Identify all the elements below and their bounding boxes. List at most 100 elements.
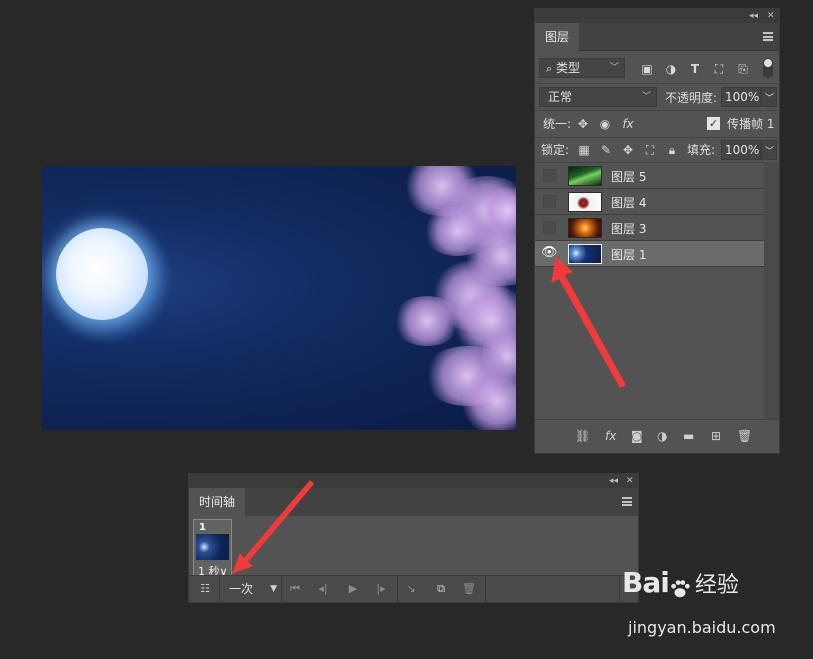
- unify-style-icon[interactable]: fx: [619, 116, 637, 132]
- convert-to-video-timeline-icon[interactable]: ☷: [195, 576, 215, 602]
- lock-move-icon[interactable]: ✥: [621, 142, 635, 158]
- lock-transparent-icon[interactable]: ▦: [577, 142, 591, 158]
- layer-row[interactable]: 图层 4: [535, 189, 765, 215]
- unify-visibility-icon[interactable]: ◉: [597, 116, 613, 132]
- animation-frame[interactable]: 1 1 秒∨: [193, 519, 232, 578]
- add-layer-style-icon[interactable]: fx: [605, 429, 616, 443]
- panel-menu-icon[interactable]: [763, 32, 773, 41]
- divider: [619, 576, 620, 602]
- opacity-label: 不透明度:: [665, 91, 718, 105]
- unify-position-icon[interactable]: ✥: [575, 116, 591, 132]
- close-icon[interactable]: ✕: [626, 474, 634, 488]
- layer-name[interactable]: 图层 3: [611, 220, 646, 237]
- layer-name[interactable]: 图层 4: [611, 194, 646, 211]
- timeline-controls: ☷ 一次 ▼ ⏮ ◂| ▶ |▸ ↘ ⧉ 🗑︎: [189, 575, 638, 602]
- layer-filter-dropdown[interactable]: ⌕ 类型 ﹀: [539, 58, 625, 78]
- layer-thumbnail: [568, 166, 602, 186]
- fill-label: 填充:: [687, 143, 716, 157]
- frame-thumbnail: [196, 534, 229, 560]
- timeline-panel: ◂◂ ✕ 时间轴 1 1 秒∨ ☷ 一次 ▼ ⏮ ◂| ▶ |▸ ↘ ⧉ 🗑︎: [188, 473, 639, 603]
- layer-row-selected[interactable]: 👁︎ 图层 1: [535, 241, 765, 267]
- unify-row: 统一: ✥ ◉ fx ✓ 传播帧 1: [535, 111, 779, 137]
- close-icon[interactable]: ✕: [767, 9, 775, 23]
- shape-filter-icon[interactable]: ⛶: [711, 61, 727, 77]
- visibility-toggle[interactable]: [543, 169, 556, 182]
- paw-logo-icon: [671, 579, 690, 597]
- chevron-down-icon: ﹀: [765, 147, 775, 157]
- layer-thumbnail: [568, 192, 602, 212]
- adjustment-filter-icon[interactable]: ◑: [663, 61, 679, 77]
- type-filter-icon[interactable]: T: [687, 61, 703, 77]
- new-layer-icon[interactable]: ⊞: [711, 429, 721, 443]
- blend-row: 正常 ﹀ 不透明度: 100% ﹀: [535, 84, 779, 110]
- frame-number: 1: [199, 522, 206, 533]
- search-icon: ⌕: [546, 62, 553, 75]
- lock-row: 锁定: ▦ ✎ ✥ ⛶ 🔒︎ 填充: 100% ﹀: [535, 138, 779, 162]
- layer-thumbnail: [568, 218, 602, 238]
- layer-row[interactable]: 图层 3: [535, 215, 765, 241]
- adjustment-layer-icon[interactable]: ◑: [657, 429, 667, 443]
- moon: [56, 228, 148, 320]
- play-icon[interactable]: ▶: [343, 576, 363, 602]
- unify-label: 统一:: [543, 117, 572, 131]
- layer-row[interactable]: 图层 5: [535, 163, 765, 189]
- divider: [397, 576, 398, 602]
- link-layers-icon[interactable]: ⛓: [575, 429, 590, 443]
- lock-all-icon[interactable]: 🔒︎: [665, 142, 679, 158]
- opacity-dropdown-button[interactable]: ﹀: [761, 87, 777, 107]
- watermark-suffix: 经验: [694, 573, 739, 598]
- smartobject-filter-icon[interactable]: ⎘: [735, 61, 751, 77]
- visibility-toggle[interactable]: [543, 221, 556, 234]
- divider: [281, 576, 282, 602]
- add-mask-icon[interactable]: ◙: [631, 429, 643, 443]
- loop-value: 一次: [229, 582, 254, 596]
- chevron-down-icon: ﹀: [641, 92, 651, 102]
- layer-name[interactable]: 图层 5: [611, 168, 646, 185]
- delete-frame-icon[interactable]: 🗑︎: [459, 576, 479, 602]
- tween-icon[interactable]: ↘: [401, 576, 421, 602]
- fill-dropdown-button[interactable]: ﹀: [761, 140, 777, 160]
- layer-name[interactable]: 图层 1: [611, 246, 646, 263]
- baidu-jingyan-watermark: Bai 经验 jingyan.baidu.com: [622, 566, 776, 637]
- caret-down-icon: ▼: [270, 584, 277, 594]
- document-canvas[interactable]: [42, 166, 516, 430]
- chevron-down-icon: ﹀: [765, 94, 775, 104]
- chevron-down-icon: ﹀: [609, 63, 619, 73]
- watermark-url: jingyan.baidu.com: [628, 618, 776, 637]
- divider: [485, 576, 486, 602]
- layers-tabbar: 图层: [535, 23, 779, 51]
- layers-scrollbar[interactable]: [764, 162, 779, 420]
- eye-icon[interactable]: 👁︎: [541, 245, 558, 260]
- panel-titlebar: ◂◂ ✕: [535, 9, 779, 23]
- propagate-frame-checkbox[interactable]: ✓: [707, 117, 720, 130]
- duplicate-frame-icon[interactable]: ⧉: [431, 576, 451, 602]
- visibility-toggle[interactable]: [543, 195, 556, 208]
- collapse-icon[interactable]: ◂◂: [609, 474, 618, 488]
- panel-titlebar: ◂◂ ✕: [189, 474, 638, 488]
- tab-timeline[interactable]: 时间轴: [189, 488, 246, 516]
- lock-label: 锁定:: [541, 143, 570, 157]
- blend-mode-value: 正常: [548, 90, 573, 104]
- previous-frame-icon[interactable]: ◂|: [313, 576, 333, 602]
- tab-layers[interactable]: 图层: [535, 23, 580, 51]
- blend-mode-dropdown[interactable]: 正常 ﹀: [539, 87, 657, 107]
- filter-toggle[interactable]: [763, 58, 773, 78]
- filter-label: 类型: [556, 61, 581, 75]
- panel-menu-icon[interactable]: [622, 497, 632, 506]
- next-frame-icon[interactable]: |▸: [371, 576, 391, 602]
- layers-panel: ◂◂ ✕ 图层 ⌕ 类型 ﹀ ▣ ◑ T ⛶ ⎘ 正常 ﹀ 不透明度: 100%…: [534, 8, 780, 454]
- layers-panel-footer: ⛓ fx ◙ ◑ ▬ ⊞ 🗑︎: [535, 419, 779, 453]
- opacity-field[interactable]: 100%: [721, 87, 761, 107]
- filter-row: ⌕ 类型 ﹀ ▣ ◑ T ⛶ ⎘: [535, 53, 779, 83]
- new-group-icon[interactable]: ▬: [683, 429, 694, 443]
- lock-brush-icon[interactable]: ✎: [599, 142, 613, 158]
- fill-field[interactable]: 100%: [721, 140, 761, 160]
- image-filter-icon[interactable]: ▣: [639, 61, 655, 77]
- layer-thumbnail: [568, 244, 602, 264]
- watermark-brand: Bai: [622, 566, 670, 599]
- collapse-icon[interactable]: ◂◂: [749, 9, 758, 23]
- delete-layer-icon[interactable]: 🗑︎: [737, 429, 752, 443]
- first-frame-icon[interactable]: ⏮: [285, 576, 305, 602]
- loop-options-dropdown[interactable]: 一次 ▼: [225, 578, 279, 600]
- lock-artboard-icon[interactable]: ⛶: [643, 142, 657, 158]
